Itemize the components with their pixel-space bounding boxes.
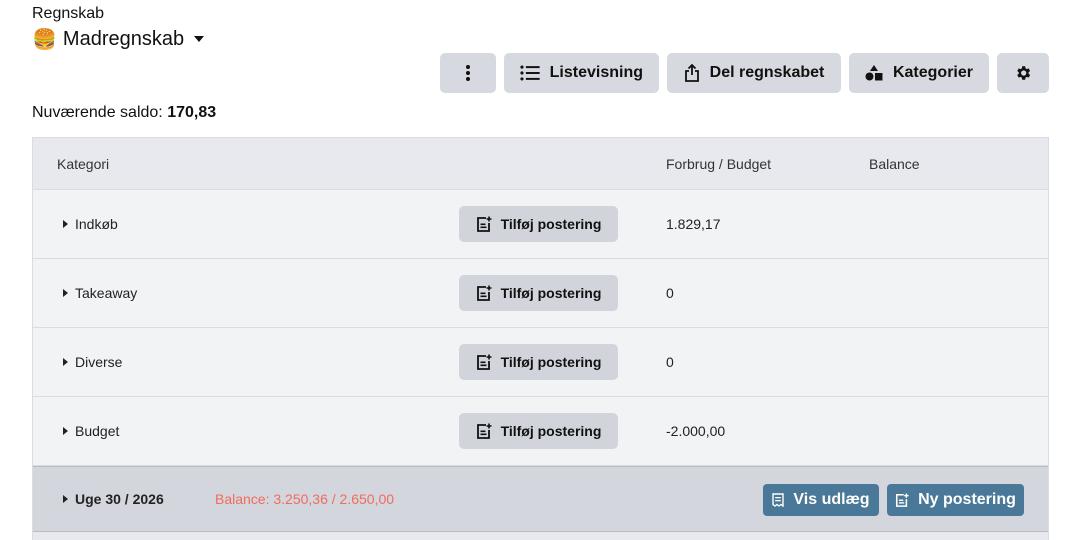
note-plus-icon [476, 216, 492, 232]
gear-icon [1017, 66, 1031, 80]
current-balance: Nuværende saldo: 170,83 [32, 104, 216, 122]
category-name: Takeaway [75, 285, 138, 301]
share-icon [684, 64, 699, 82]
header-spend-budget: Forbrug / Budget [666, 155, 772, 172]
category-name: Budget [75, 423, 120, 439]
receipt-icon [772, 493, 785, 507]
expand-category-toggle[interactable]: Budget [63, 397, 119, 465]
note-plus-icon [476, 285, 492, 301]
header-balance: Balance [869, 155, 920, 172]
add-entry-label: Tilføj postering [500, 423, 602, 439]
more-options-button[interactable] [440, 53, 496, 93]
table-row: Diverse Tilføj postering 0 [33, 328, 1048, 397]
add-entry-label: Tilføj postering [500, 354, 602, 370]
vertical-dots-icon [466, 65, 470, 81]
share-ledger-button[interactable]: Del regnskabet [667, 53, 841, 93]
expand-category-toggle[interactable]: Diverse [63, 328, 122, 396]
share-ledger-label: Del regnskabet [709, 64, 825, 81]
caret-right-icon [63, 289, 68, 297]
hamburger-emoji-icon: 🍔 [32, 29, 57, 51]
ledger-selector[interactable]: 🍔 Madregnskab [32, 27, 205, 52]
caret-right-icon [63, 427, 68, 435]
table-row: Takeaway Tilføj postering 0 [33, 259, 1048, 328]
table-continuation [33, 532, 1048, 540]
spend-amount: 1.829,17 [666, 216, 721, 232]
categories-label: Kategorier [892, 64, 973, 81]
new-entry-label: Ny postering [918, 491, 1016, 508]
current-balance-label: Nuværende saldo: [32, 104, 163, 121]
show-expenses-label: Vis udlæg [793, 491, 870, 508]
add-entry-button[interactable]: Tilføj postering [459, 344, 618, 380]
note-plus-icon [476, 354, 492, 370]
expand-week-toggle[interactable]: Uge 30 / 2026 [63, 467, 164, 531]
caret-right-icon [63, 495, 68, 503]
toolbar: Listevisning Del regnskabet Kategorier [440, 53, 1049, 93]
header-category: Kategori [57, 155, 110, 172]
page-subtitle: Regnskab [32, 5, 105, 22]
show-expenses-button[interactable]: Vis udlæg [763, 484, 879, 516]
week-summary-row: Uge 30 / 2026 Balance: 3.250,36 / 2.650,… [33, 466, 1048, 532]
category-table: Kategori Forbrug / Budget Balance Indkøb… [32, 137, 1049, 540]
add-entry-label: Tilføj postering [500, 285, 602, 301]
spend-amount: 0 [666, 354, 674, 370]
caret-right-icon [63, 358, 68, 366]
expand-category-toggle[interactable]: Takeaway [63, 259, 137, 327]
add-entry-button[interactable]: Tilføj postering [459, 275, 618, 311]
list-view-label: Listevisning [549, 64, 643, 81]
add-entry-button[interactable]: Tilføj postering [459, 413, 618, 449]
week-label: Uge 30 / 2026 [75, 491, 164, 507]
spend-amount: 0 [666, 285, 674, 301]
shapes-icon [865, 65, 883, 81]
new-entry-button[interactable]: Ny postering [887, 484, 1024, 516]
list-view-button[interactable]: Listevisning [504, 53, 659, 93]
add-entry-button[interactable]: Tilføj postering [459, 206, 618, 242]
current-balance-value: 170,83 [167, 104, 217, 121]
category-name: Indkøb [75, 216, 118, 232]
caret-down-icon [194, 35, 205, 42]
table-row: Budget Tilføj postering -2.000,00 [33, 397, 1048, 466]
list-icon [520, 65, 540, 81]
spend-amount: -2.000,00 [666, 423, 726, 439]
categories-button[interactable]: Kategorier [849, 53, 989, 93]
expand-category-toggle[interactable]: Indkøb [63, 190, 118, 258]
note-plus-icon [896, 493, 909, 507]
settings-button[interactable] [997, 53, 1049, 93]
note-plus-icon [476, 423, 492, 439]
caret-right-icon [63, 220, 68, 228]
add-entry-label: Tilføj postering [500, 216, 602, 232]
category-name: Diverse [75, 354, 123, 370]
table-row: Indkøb Tilføj postering 1.829,17 [33, 190, 1048, 259]
ledger-title: Madregnskab [62, 28, 185, 50]
table-header: Kategori Forbrug / Budget Balance [33, 138, 1048, 190]
week-balance: Balance: 3.250,36 / 2.650,00 [215, 491, 395, 507]
